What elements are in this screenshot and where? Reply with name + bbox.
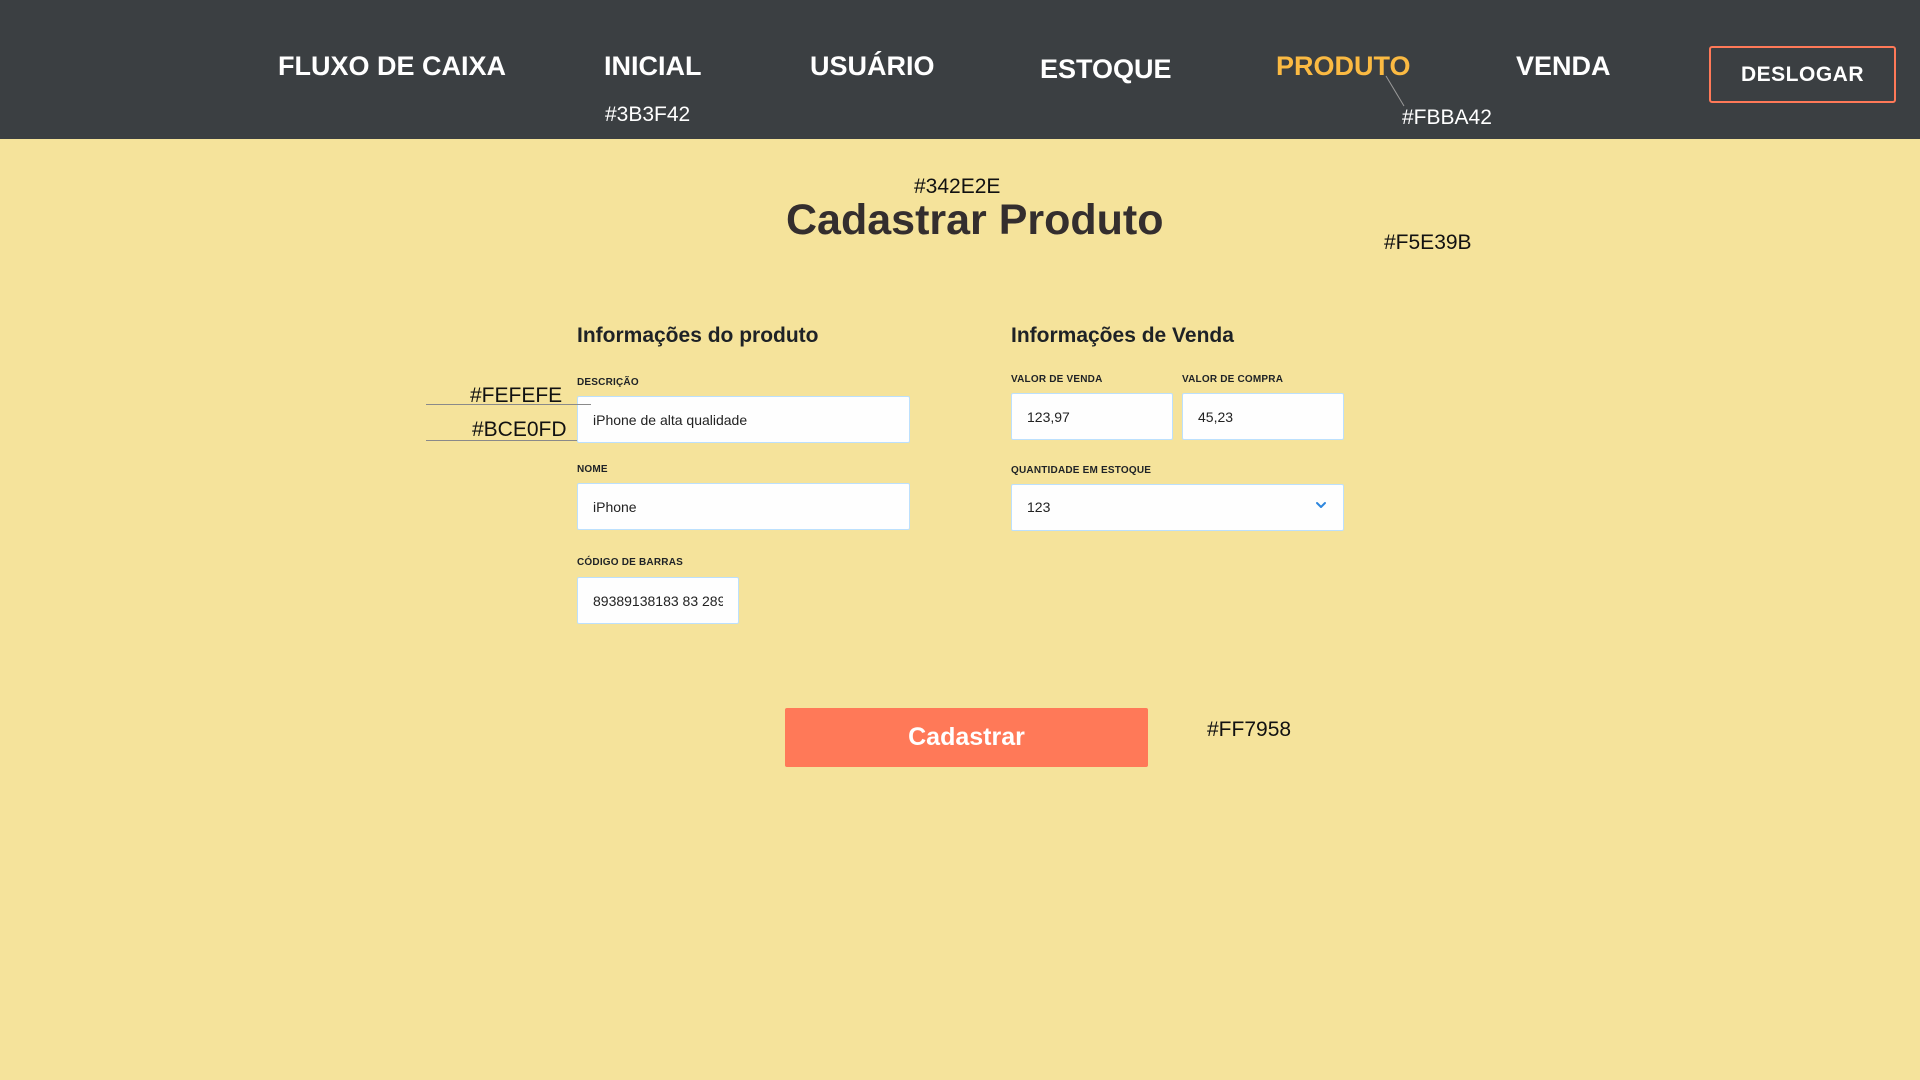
barcode-label: CÓDIGO DE BARRAS [577,557,683,568]
name-input[interactable] [577,483,910,530]
stock-quantity-value: 123 [1027,499,1051,515]
sale-info-title: Informações de Venda [1011,324,1234,347]
stock-quantity-select[interactable]: 123 [1011,484,1344,531]
annotation-line-input-fill [426,404,591,405]
logout-button[interactable]: DESLOGAR [1709,46,1896,103]
annotation-line-input-border [426,440,577,441]
annotation-leader-line [1385,75,1405,107]
nav-item-fluxo-de-caixa[interactable]: FLUXO DE CAIXA [278,51,506,81]
product-info-title: Informações do produto [577,324,819,347]
page-title: Cadastrar Produto [786,196,1164,244]
nav-item-usuario[interactable]: USUÁRIO [810,51,935,81]
barcode-input[interactable] [577,577,739,624]
annotation-background-color: #F5E39B [1384,231,1472,254]
purchase-price-input[interactable] [1182,393,1344,440]
submit-button[interactable]: Cadastrar [785,708,1148,767]
description-input[interactable] [577,396,910,443]
nav-item-inicial[interactable]: INICIAL [604,51,702,81]
sale-price-label: VALOR DE VENDA [1011,374,1103,385]
annotation-button-color: #FF7958 [1207,718,1292,741]
sale-price-input[interactable] [1011,393,1173,440]
annotation-active-nav-color: #FBBA42 [1402,106,1492,129]
name-label: NOME [577,464,608,475]
annotation-navbar-color: #3B3F42 [605,103,691,126]
nav-item-estoque[interactable]: ESTOQUE [1040,54,1172,84]
description-label: DESCRIÇÃO [577,377,639,388]
chevron-down-icon [1316,502,1326,508]
stock-quantity-label: QUANTIDADE EM ESTOQUE [1011,465,1152,476]
nav-item-venda[interactable]: VENDA [1516,51,1611,81]
annotation-input-border-color: #BCE0FD [472,418,567,441]
top-navbar: FLUXO DE CAIXA INICIAL USUÁRIO ESTOQUE P… [0,0,1920,139]
purchase-price-label: VALOR DE COMPRA [1182,374,1284,385]
